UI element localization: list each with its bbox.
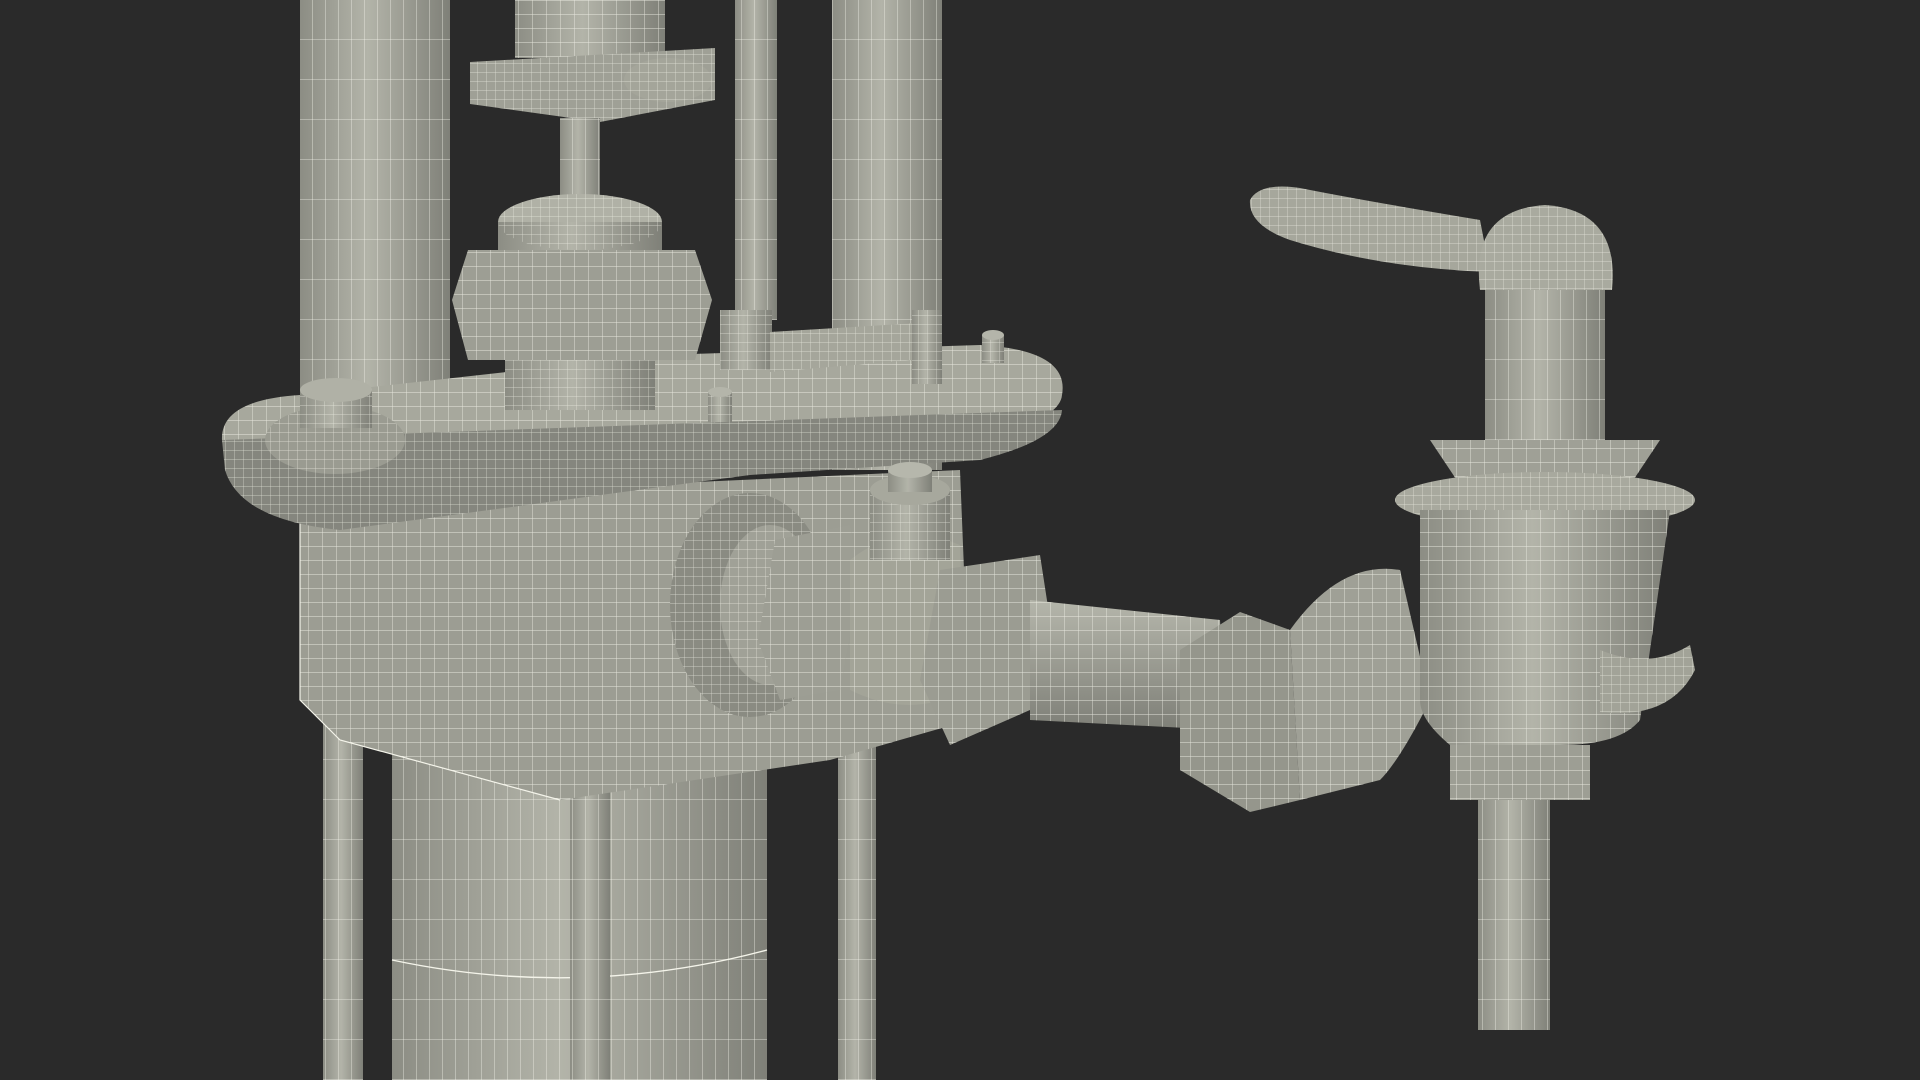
faucet-handle bbox=[1249, 186, 1613, 290]
render-viewport bbox=[0, 0, 1920, 1080]
top-clamp bbox=[470, 0, 715, 208]
wireframe-model bbox=[221, 0, 1695, 1080]
faucet-body bbox=[1395, 270, 1695, 1030]
